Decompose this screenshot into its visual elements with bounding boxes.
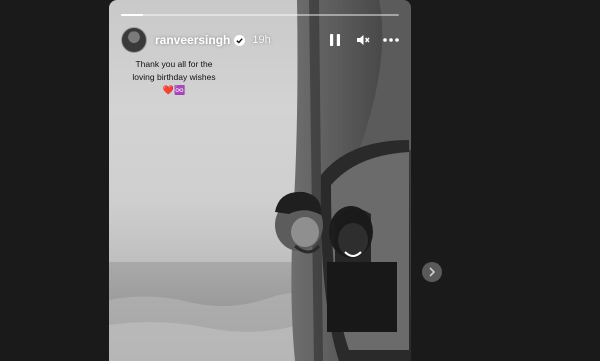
username[interactable]: ranveersingh	[155, 33, 230, 47]
story-controls	[327, 32, 399, 48]
story-viewer[interactable]: ranveersingh 19h Thank you all for the l…	[109, 0, 411, 361]
story-progress-fill	[121, 14, 144, 16]
mute-icon	[357, 35, 370, 45]
story-photo	[109, 0, 411, 361]
caption-line-1: Thank you all for the	[135, 59, 213, 69]
caption-emoji: ❤️♾️	[162, 85, 186, 95]
avatar[interactable]	[121, 27, 147, 53]
mute-button[interactable]	[355, 32, 371, 48]
story-header: ranveersingh 19h	[121, 27, 399, 53]
story-progress-bar	[121, 14, 399, 16]
chevron-right-icon	[429, 267, 436, 277]
more-icon	[383, 38, 399, 42]
pause-button[interactable]	[327, 32, 343, 48]
more-options-button[interactable]	[383, 32, 399, 48]
pause-icon	[330, 34, 340, 46]
next-story-button[interactable]	[422, 262, 442, 282]
verified-badge-icon	[234, 34, 246, 46]
caption-line-2: loving birthday wishes	[132, 72, 216, 82]
story-timestamp: 19h	[252, 34, 271, 46]
story-caption: Thank you all for the loving birthday wi…	[109, 58, 239, 97]
